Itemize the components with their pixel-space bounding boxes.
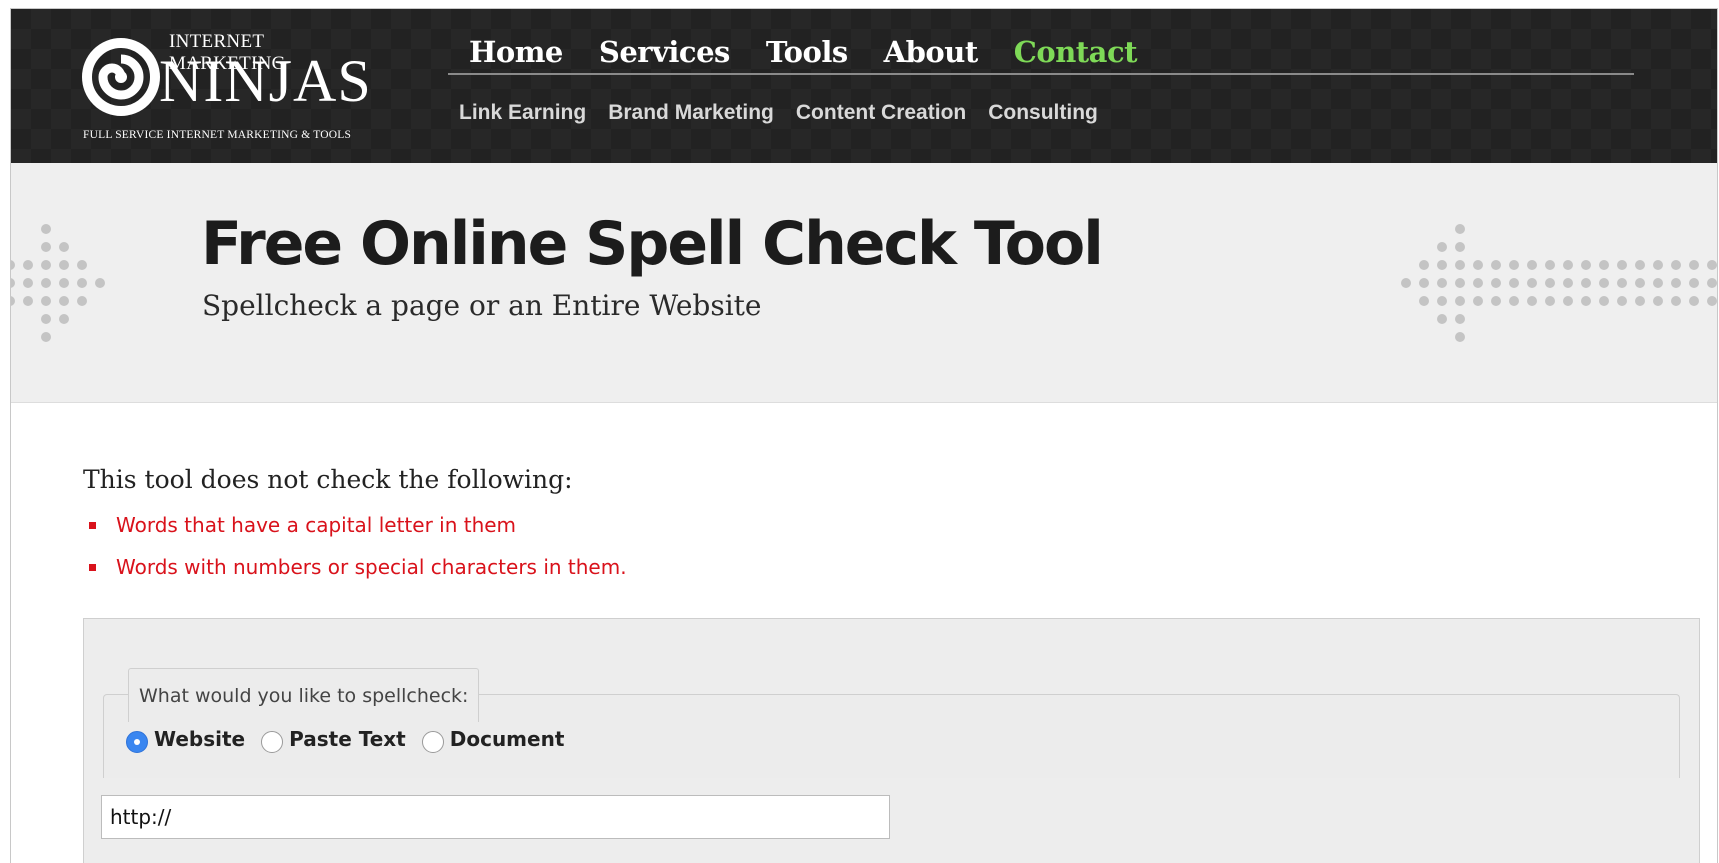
radio-unselected-icon[interactable] bbox=[421, 731, 444, 753]
nav-home[interactable]: Home bbox=[469, 27, 563, 77]
main-navigation: Home Services Tools About Contact bbox=[469, 27, 1138, 77]
list-item: Words with numbers or special characters… bbox=[89, 546, 627, 588]
nav-about[interactable]: About bbox=[884, 27, 979, 77]
radio-label-document: Document bbox=[449, 727, 565, 751]
dotted-arrow-right-icon bbox=[1401, 224, 1717, 342]
bullet-icon bbox=[89, 563, 96, 571]
subnav-link-earning[interactable]: Link Earning bbox=[459, 101, 586, 125]
subnav-brand-marketing[interactable]: Brand Marketing bbox=[608, 101, 774, 125]
page-title: Free Online Spell Check Tool bbox=[201, 209, 1104, 279]
spellcheck-type-radio-group: Website Paste Text Document bbox=[126, 727, 580, 753]
notice-item-text: Words with numbers or special characters… bbox=[116, 555, 627, 579]
site-logo[interactable]: INTERNET MARKETING NINJAS FULL SERVICE I… bbox=[81, 25, 381, 145]
logo-wordmark: NINJAS bbox=[159, 48, 372, 114]
subnav-consulting[interactable]: Consulting bbox=[988, 101, 1098, 125]
notice-heading: This tool does not check the following: bbox=[83, 465, 573, 494]
nav-tools[interactable]: Tools bbox=[766, 27, 848, 77]
hero-banner: Free Online Spell Check Tool Spellcheck … bbox=[11, 163, 1717, 403]
swirl-logo-icon bbox=[82, 38, 160, 116]
notice-list: Words that have a capital letter in them… bbox=[89, 504, 627, 588]
nav-contact[interactable]: Contact bbox=[1014, 27, 1138, 77]
fieldset-legend: What would you like to spellcheck: bbox=[128, 668, 480, 722]
sub-navigation: Link Earning Brand Marketing Content Cre… bbox=[459, 101, 1098, 125]
radio-label-website: Website bbox=[154, 727, 246, 751]
page-subtitle: Spellcheck a page or an Entire Website bbox=[202, 289, 762, 322]
url-input[interactable] bbox=[101, 795, 890, 839]
list-item: Words that have a capital letter in them bbox=[89, 504, 627, 546]
subnav-content-creation[interactable]: Content Creation bbox=[796, 101, 966, 125]
nav-services[interactable]: Services bbox=[599, 27, 730, 77]
radio-document[interactable]: Document bbox=[421, 727, 565, 753]
spellcheck-form: What would you like to spellcheck: Websi… bbox=[83, 618, 1700, 863]
nav-divider bbox=[448, 73, 1634, 75]
bullet-icon bbox=[89, 521, 96, 529]
logo-tagline-bottom: FULL SERVICE INTERNET MARKETING & TOOLS bbox=[83, 129, 352, 141]
radio-label-paste-text: Paste Text bbox=[289, 727, 406, 751]
radio-unselected-icon[interactable] bbox=[261, 731, 284, 753]
notice-item-text: Words that have a capital letter in them bbox=[116, 513, 517, 537]
radio-paste-text[interactable]: Paste Text bbox=[261, 727, 406, 753]
radio-selected-icon[interactable] bbox=[126, 731, 148, 753]
radio-website[interactable]: Website bbox=[126, 727, 246, 753]
browser-frame: INTERNET MARKETING NINJAS FULL SERVICE I… bbox=[10, 8, 1718, 863]
dotted-arrow-left-icon bbox=[11, 224, 105, 342]
site-header: INTERNET MARKETING NINJAS FULL SERVICE I… bbox=[11, 9, 1717, 163]
